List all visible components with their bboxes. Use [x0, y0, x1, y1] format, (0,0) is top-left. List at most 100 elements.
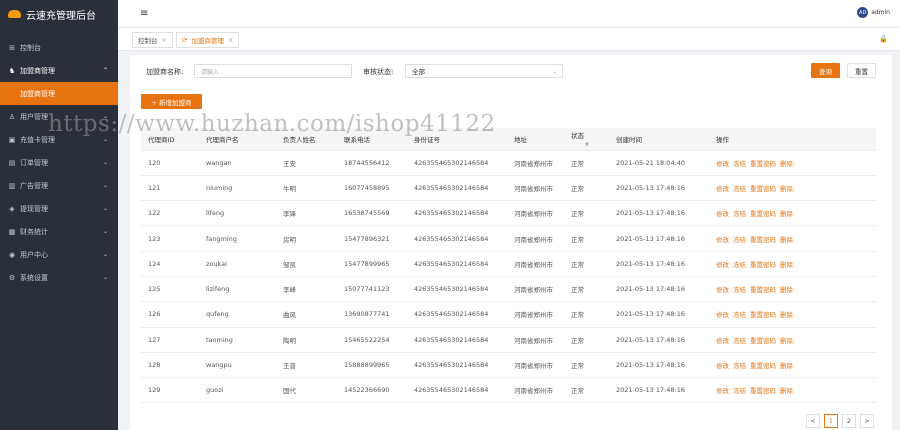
next-page-button[interactable]: >	[860, 414, 874, 428]
name-filter-input[interactable]: 请输入	[194, 64, 352, 78]
table-cell: 正常	[564, 327, 595, 353]
table-cell: 河南省郑州市	[507, 175, 564, 202]
menu-toggle-icon[interactable]: ≡	[140, 8, 148, 19]
reset-password-link[interactable]: 重置密码	[750, 387, 776, 395]
query-button[interactable]: 查询	[811, 63, 840, 78]
reset-password-link[interactable]: 重置密码	[750, 185, 776, 193]
delete-link[interactable]: 删除	[780, 185, 793, 193]
delete-link[interactable]: 删除	[780, 261, 793, 269]
reset-password-link[interactable]: 重置密码	[750, 261, 776, 269]
freeze-link[interactable]: 冻结	[733, 362, 746, 370]
status-select[interactable]: 全部 ⌄	[405, 64, 563, 78]
sidebar-item-3[interactable]: ♙ 用户管理 ⌄	[0, 105, 118, 128]
edit-link[interactable]: 修改	[716, 160, 729, 168]
table-cell: 2021-05-13 17:48:16	[609, 276, 709, 303]
table-cell: 正常	[564, 175, 595, 202]
avatar[interactable]: AD	[857, 7, 869, 18]
sidebar: 云速充管理后台 ⊞ 控制台 ♞ 加盟商管理 ⌃ 加盟商管理 ♙ 用户管理 ⌄ ▣ 充值卡管理 ⌄ ▤ 订单…	[0, 0, 118, 430]
tab-dashboard[interactable]: 控制台 ×	[132, 32, 173, 48]
freeze-link[interactable]: 冻结	[733, 261, 746, 269]
filter-icon[interactable]: ▼	[585, 142, 589, 148]
freeze-link[interactable]: 冻结	[733, 337, 746, 345]
username[interactable]: admin	[871, 9, 890, 16]
delete-link[interactable]: 删除	[780, 236, 793, 244]
sidebar-item-8[interactable]: ▦ 财务统计 ⌄	[0, 220, 118, 243]
sidebar-item-10[interactable]: ⚙ 系统设置 ⌄	[0, 266, 118, 289]
edit-link[interactable]: 修改	[716, 236, 729, 244]
delete-link[interactable]: 删除	[780, 210, 793, 218]
reset-password-link[interactable]: 重置密码	[750, 362, 776, 370]
freeze-link[interactable]: 冻结	[733, 185, 746, 193]
table-cell: 国代	[276, 377, 337, 404]
chevron-down-icon: ⌄	[102, 274, 108, 281]
delete-link[interactable]: 删除	[780, 311, 793, 319]
edit-link[interactable]: 修改	[716, 261, 729, 269]
prev-page-button[interactable]: <	[806, 414, 820, 428]
sidebar-item-label: 用户管理	[20, 112, 48, 121]
freeze-link[interactable]: 冻结	[733, 236, 746, 244]
table-cell: 18744556412	[337, 150, 407, 176]
freeze-link[interactable]: 冻结	[733, 160, 746, 168]
edit-link[interactable]: 修改	[716, 210, 729, 218]
app-logo[interactable]: 云速充管理后台	[0, 0, 118, 28]
delete-link[interactable]: 删除	[780, 337, 793, 345]
tab-franchisee[interactable]: ⟳ 加盟商管理 ×	[176, 32, 239, 48]
sidebar-item-7[interactable]: ◈ 提现管理 ⌄	[0, 197, 118, 220]
edit-link[interactable]: 修改	[716, 337, 729, 345]
table-cell: 河南省郑州市	[507, 225, 564, 252]
reset-password-link[interactable]: 重置密码	[750, 160, 776, 168]
delete-link[interactable]: 删除	[780, 362, 793, 370]
table-cell: lizifeng	[199, 276, 276, 303]
edit-link[interactable]: 修改	[716, 311, 729, 319]
reset-password-link[interactable]: 重置密码	[750, 311, 776, 319]
delete-link[interactable]: 删除	[780, 160, 793, 168]
sidebar-subitem-franchisee[interactable]: 加盟商管理	[0, 82, 118, 105]
sidebar-item-6[interactable]: ▥ 广告管理 ⌄	[0, 174, 118, 197]
table-cell: 426355465302146584	[407, 301, 507, 328]
table-cell: 2021-05-21 18:04:40	[609, 150, 709, 176]
table-cell: 124	[141, 251, 199, 277]
table-cell: 426355465302146584	[407, 150, 507, 176]
freeze-link[interactable]: 冻结	[733, 387, 746, 395]
delete-link[interactable]: 删除	[780, 286, 793, 294]
edit-link[interactable]: 修改	[716, 362, 729, 370]
freeze-link[interactable]: 冻结	[733, 286, 746, 294]
table-cell: 426355465302146584	[407, 175, 507, 202]
close-icon[interactable]: ×	[228, 37, 233, 44]
reset-password-link[interactable]: 重置密码	[750, 236, 776, 244]
reset-password-link[interactable]: 重置密码	[750, 210, 776, 218]
reset-password-link[interactable]: 重置密码	[750, 286, 776, 294]
delete-link[interactable]: 删除	[780, 387, 793, 395]
page-1-button[interactable]: 1	[824, 414, 838, 428]
edit-link[interactable]: 修改	[716, 387, 729, 395]
reset-password-link[interactable]: 重置密码	[750, 337, 776, 345]
table-cell: 河南省郑州市	[507, 377, 564, 404]
chevron-down-icon: ⌄	[102, 251, 108, 258]
page-2-button[interactable]: 2	[842, 414, 856, 428]
table-cell: 2021-05-13 17:48:16	[609, 225, 709, 252]
sidebar-item-4[interactable]: ▣ 充值卡管理 ⌄	[0, 128, 118, 151]
sidebar-item-5[interactable]: ▤ 订单管理 ⌄	[0, 151, 118, 174]
table-cell	[595, 327, 609, 353]
lock-icon[interactable]: 🔒	[879, 35, 888, 43]
add-franchisee-button[interactable]: + 新增加盟商	[141, 94, 202, 109]
actions-cell: 修改 冻结 重置密码 删除	[709, 352, 876, 379]
tab-bar: 控制台 × ⟳ 加盟商管理 × 🔒	[118, 28, 900, 51]
pagination: < 1 2 >	[806, 414, 874, 428]
actions-cell: 修改 冻结 重置密码 删除	[709, 251, 876, 277]
sidebar-item-1[interactable]: ♞ 加盟商管理 ⌃	[0, 59, 118, 82]
user-menu[interactable]: AD admin	[857, 7, 890, 18]
name-filter-label: 加盟商名称:	[146, 68, 184, 76]
menu-item-icon: ▤	[8, 158, 16, 167]
sidebar-item-9[interactable]: ◉ 用户中心 ⌄	[0, 243, 118, 266]
edit-link[interactable]: 修改	[716, 185, 729, 193]
close-icon[interactable]: ×	[162, 37, 167, 44]
freeze-link[interactable]: 冻结	[733, 311, 746, 319]
column-header: 联系电话	[337, 128, 407, 151]
menu-item-icon: ⊞	[9, 43, 15, 52]
sidebar-item-0[interactable]: ⊞ 控制台	[0, 36, 118, 59]
freeze-link[interactable]: 冻结	[733, 210, 746, 218]
edit-link[interactable]: 修改	[716, 286, 729, 294]
table-cell: 正常	[564, 276, 595, 303]
reset-button[interactable]: 重置	[847, 63, 876, 78]
